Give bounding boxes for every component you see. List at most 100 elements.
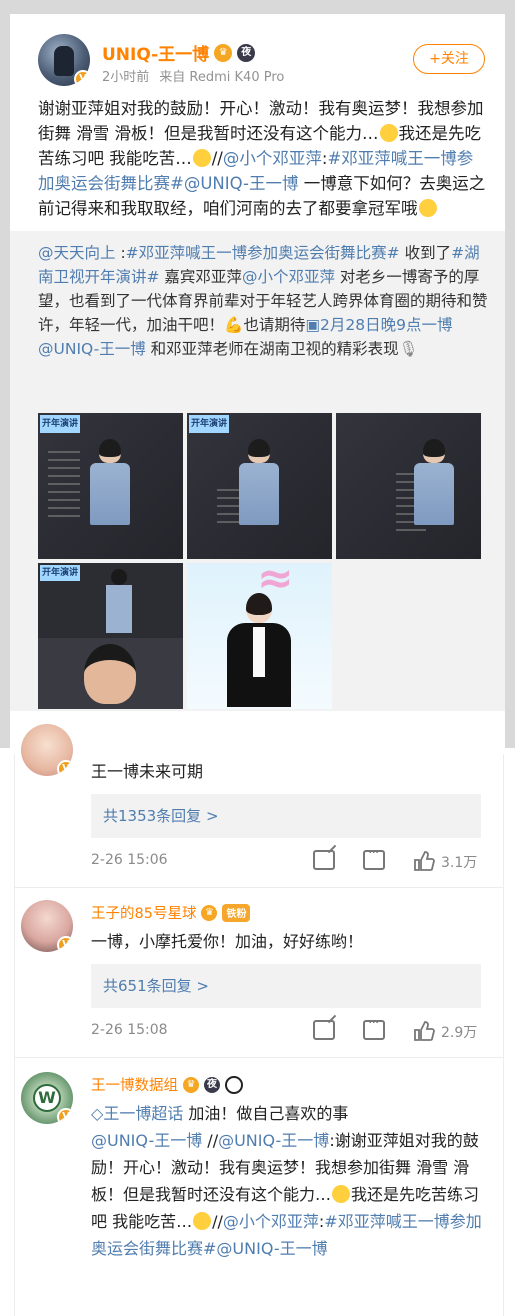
like-count: 2.9万 xyxy=(441,1025,478,1041)
mention-link[interactable]: @UNIQ-王一博 xyxy=(218,1131,329,1150)
verified-icon: V xyxy=(57,936,73,952)
person-figure xyxy=(90,439,130,529)
image-thumbnail[interactable]: 开年演讲 xyxy=(38,563,183,709)
commenter-name[interactable]: 王一博数据组 xyxy=(91,1074,178,1095)
image-thumbnail[interactable]: ≈ xyxy=(187,563,332,709)
mention-link[interactable]: @小个邓亚萍 xyxy=(242,268,335,286)
comment-text: 王一博未来可期 xyxy=(91,762,204,781)
repost-text-part: : xyxy=(115,244,126,262)
commenter-avatar[interactable]: V xyxy=(21,900,73,952)
grin-emoji-icon xyxy=(418,199,437,217)
cry-laugh-emoji-icon xyxy=(192,149,211,167)
author-name[interactable]: UNIQ-王一博 xyxy=(102,40,209,65)
person-figure xyxy=(106,569,132,633)
night-medal-icon: 夜 xyxy=(237,43,256,62)
post-meta: 2小时前 来自 Redmi K40 Pro xyxy=(102,66,284,85)
thumbnail-bottom xyxy=(38,638,183,709)
mention-link[interactable]: @小个邓亚萍 xyxy=(223,149,322,168)
comment-time: 2-26 15:08 xyxy=(91,1022,168,1038)
comment-text-part: // xyxy=(212,1212,223,1231)
person-figure xyxy=(227,593,291,709)
post-text-part: // xyxy=(211,149,223,168)
mention-link[interactable]: @天天向上 xyxy=(38,244,116,262)
hashtag-link[interactable]: #邓亚萍喊王一博参加奥运会街舞比赛# xyxy=(126,244,400,262)
mention-link[interactable]: @UNIQ-王一博 xyxy=(184,174,299,193)
fan-level-badge: 铁粉 xyxy=(222,903,251,922)
follow-button[interactable]: +关注 xyxy=(413,44,485,74)
comment-icon[interactable] xyxy=(363,845,385,870)
diamond-icon: ◇ xyxy=(91,1104,104,1123)
like-count: 3.1万 xyxy=(441,855,478,871)
face-figure xyxy=(84,644,136,704)
comment-footer: 2-26 15:08 2.9万 xyxy=(91,1015,483,1044)
cry-laugh-emoji-icon xyxy=(193,1212,212,1230)
post-time: 2小时前 xyxy=(102,70,150,85)
sweat-emoji-icon xyxy=(379,124,398,142)
show-tag: 开年演讲 xyxy=(40,415,80,433)
like-icon[interactable] xyxy=(413,1020,435,1042)
panda-icon xyxy=(225,1075,243,1094)
commenter-name-line: 王子的85号星球 ♛ 铁粉 xyxy=(91,902,251,923)
night-medal-icon: 夜 xyxy=(204,1076,220,1093)
verified-icon: V xyxy=(74,70,90,86)
comment-footer: 2-26 15:06 3.1万 xyxy=(91,845,483,874)
post-text: 谢谢亚萍姐对我的鼓励！开心！激动！我有奥运梦！我想参加街舞 滑雪 滑板！但是我暂… xyxy=(26,96,491,221)
flex-arm-emoji-icon: 💪 xyxy=(224,316,244,334)
author-avatar[interactable]: V xyxy=(38,34,90,86)
comment-item: W V 王一博数据组 ♛ 夜 ◇王一博超话 加油！做自己喜欢的事 @UNIQ-王一… xyxy=(15,1058,503,1316)
post-source: 来自 Redmi K40 Pro xyxy=(159,70,285,85)
view-replies-button[interactable]: 共651条回复 > xyxy=(91,964,481,1008)
commenter-avatar[interactable]: V xyxy=(21,724,73,776)
show-tag: 开年演讲 xyxy=(40,565,80,581)
commenter-name[interactable]: 王子的85号星球 xyxy=(91,902,196,923)
view-replies-button[interactable]: 共1353条回复 > xyxy=(91,794,481,838)
comment-icon[interactable] xyxy=(363,1015,385,1040)
mention-link[interactable]: @UNIQ-王一博 xyxy=(216,1239,327,1258)
comments-screenshot: V 王一博未来可期 共1353条回复 > 2-26 15:06 3.1万 V 王… xyxy=(14,724,504,1316)
thumbnail-top: 开年演讲 xyxy=(38,563,183,638)
comment-text-part: 加油！做自己喜欢的事 xyxy=(183,1104,349,1123)
author-line: UNIQ-王一博 ♛ 夜 xyxy=(102,40,256,65)
like-icon[interactable] xyxy=(413,850,435,872)
verified-icon: V xyxy=(57,760,73,776)
show-tag: 开年演讲 xyxy=(189,415,229,433)
mention-link[interactable]: @UNIQ-王一博 xyxy=(38,340,146,358)
image-thumbnail[interactable]: 开年演讲 xyxy=(38,413,183,559)
sweat-emoji-icon xyxy=(332,1185,351,1203)
repost-text-part: 嘉宾邓亚萍 xyxy=(159,268,242,286)
image-thumbnail[interactable] xyxy=(336,413,481,559)
mention-link[interactable]: @小个邓亚萍 xyxy=(223,1212,319,1231)
crown-medal-icon: ♛ xyxy=(201,904,218,921)
share-icon[interactable] xyxy=(313,1020,335,1040)
super-topic-link[interactable]: 王一博超话 xyxy=(103,1104,183,1123)
comment-item: V 王子的85号星球 ♛ 铁粉 一博，小摩托爱你！加油，好好练哟！ 共651条回… xyxy=(15,888,503,1058)
commenter-name-line: 王一博数据组 ♛ 夜 xyxy=(91,1074,243,1095)
commenter-avatar[interactable]: W V xyxy=(21,1072,73,1124)
mention-link[interactable]: @UNIQ-王一博 xyxy=(91,1131,202,1150)
group-logo-icon: W xyxy=(33,1084,61,1112)
comment-item: V 王一博未来可期 共1353条回复 > 2-26 15:06 3.1万 xyxy=(15,724,503,888)
comment-text: ◇王一博超话 加油！做自己喜欢的事 @UNIQ-王一博 //@UNIQ-王一博:谢… xyxy=(91,1100,483,1262)
calendar-icon: ▣ xyxy=(305,316,320,334)
caption-lines xyxy=(48,451,80,521)
comment-time: 2-26 15:06 xyxy=(91,852,168,868)
post-card: V UNIQ-王一博 ♛ 夜 2小时前 来自 Redmi K40 Pro +关注… xyxy=(10,14,505,748)
person-figure xyxy=(414,439,454,529)
repost-text-part: 收到了 xyxy=(399,244,452,262)
event-link[interactable]: 2月28日晚9点一博 xyxy=(320,316,452,334)
image-thumbnail[interactable]: 开年演讲 xyxy=(187,413,332,559)
repost-text: @天天向上 :#邓亚萍喊王一博参加奥运会街舞比赛# 收到了#湖南卫视开年演讲# … xyxy=(38,241,491,361)
verified-icon: V xyxy=(57,1108,73,1124)
crown-medal-icon: ♛ xyxy=(214,43,233,62)
image-grid: 开年演讲 开年演讲 开年演讲 ≈ xyxy=(38,413,482,713)
crown-medal-icon: ♛ xyxy=(183,1076,199,1093)
person-figure xyxy=(239,439,279,529)
post-screenshot: V UNIQ-王一博 ♛ 夜 2小时前 来自 Redmi K40 Pro +关注… xyxy=(0,0,515,748)
share-icon[interactable] xyxy=(313,850,335,870)
repost-box[interactable]: @天天向上 :#邓亚萍喊王一博参加奥运会街舞比赛# 收到了#湖南卫视开年演讲# … xyxy=(10,231,505,711)
post-header: V UNIQ-王一博 ♛ 夜 2小时前 来自 Redmi K40 Pro +关注 xyxy=(26,26,491,96)
repost-text-part: 和邓亚萍老师在湖南卫视的精彩表现 xyxy=(145,340,399,358)
microphone-emoji-icon: 🎙 xyxy=(398,340,419,358)
avatar-figure xyxy=(54,46,74,76)
repost-text-part: 也请期待 xyxy=(243,316,306,334)
